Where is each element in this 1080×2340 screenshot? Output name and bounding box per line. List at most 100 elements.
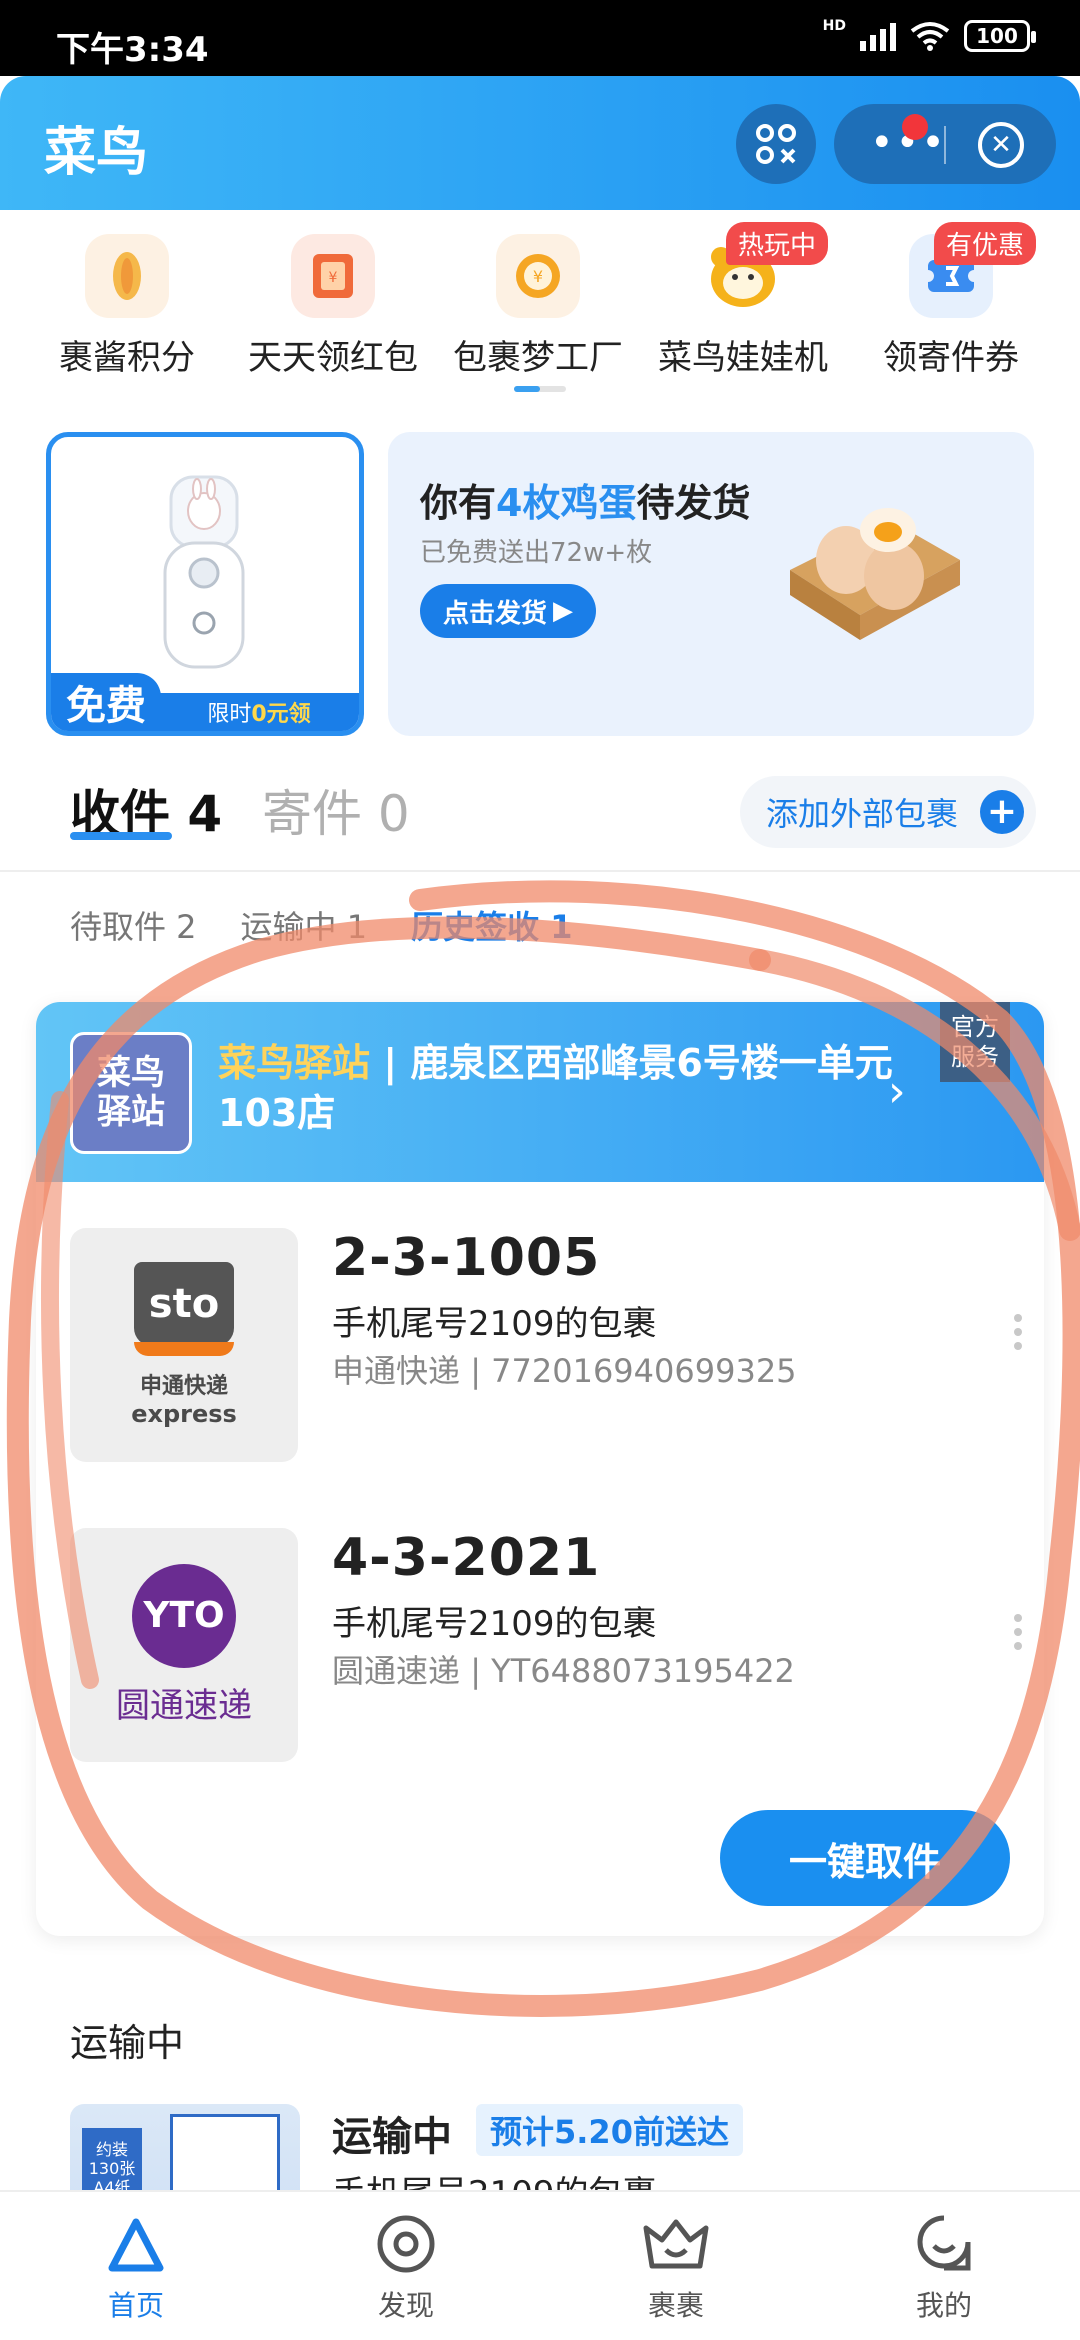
station-logo-line2: 驿站 xyxy=(97,1092,165,1132)
yto-logo: YTO 圆通速递 xyxy=(70,1528,298,1762)
status-time: 下午3:34 xyxy=(56,30,209,70)
discover-icon xyxy=(316,2210,496,2278)
tab-receive-count: 4 xyxy=(187,785,223,843)
quick-entry-label: 菜鸟娃娃机 xyxy=(658,338,828,378)
miniapp-capsule: ••• ✕ xyxy=(834,104,1056,184)
package-tabs: 收件 4 寄件 0 添加外部包裹 + xyxy=(0,760,1080,872)
headline-pre: 你有 xyxy=(420,481,497,525)
signal-icon xyxy=(860,21,896,51)
bottom-nav: 首页 发现 裹裹 我的 xyxy=(0,2190,1080,2340)
tab-send-label: 寄件 xyxy=(262,785,362,843)
package-desc: 手机尾号2109的包裹 xyxy=(332,1604,657,1644)
home-icon xyxy=(46,2210,226,2278)
pickup-code: 2-3-1005 xyxy=(332,1228,601,1288)
tracking-number: 772016940699325 xyxy=(491,1352,797,1390)
one-click-pickup-button[interactable]: 一键取件 xyxy=(720,1810,1010,1906)
nav-label: 裹裹 xyxy=(647,2289,704,2322)
promo-subtitle: 已免费送出72w+枚 xyxy=(420,538,653,568)
promo-free-gift[interactable]: 免费 限时 0元领 xyxy=(46,432,364,736)
free-tag: 免费 xyxy=(51,673,161,731)
tab-send-count: 0 xyxy=(377,785,410,843)
subtab-pending[interactable]: 待取件 2 xyxy=(70,902,197,948)
factory-coin-icon: ¥ xyxy=(496,234,580,318)
chevron-right-icon: › xyxy=(888,1066,906,1117)
headline-highlight: 4枚鸡蛋 xyxy=(496,481,637,525)
nav-label: 发现 xyxy=(377,2289,434,2322)
ship-now-button[interactable]: 点击发货 ▶ xyxy=(420,584,596,638)
nav-home[interactable]: 首页 xyxy=(46,2210,226,2324)
quick-entry-label: 裹酱积分 xyxy=(59,338,195,378)
plus-icon: + xyxy=(980,790,1024,834)
hot-badge: 热玩中 xyxy=(725,222,828,265)
transit-eta-badge: 预计5.20前送达 xyxy=(476,2104,743,2156)
quick-entry-label: 包裹梦工厂 xyxy=(453,338,623,378)
limited-offer-tag: 限时 0元领 xyxy=(159,693,359,731)
station-logo: 菜鸟 驿站 xyxy=(70,1032,192,1154)
wifi-icon xyxy=(910,22,950,51)
nav-label: 首页 xyxy=(107,2289,164,2322)
eggs-box-image xyxy=(790,508,960,640)
carrier-name: 申通快递 xyxy=(332,1352,461,1390)
sto-logo: sto 申通快递 express xyxy=(70,1228,298,1462)
play-icon: ▶ xyxy=(553,596,573,626)
quick-entry-red-packet[interactable]: ¥ 天天领红包 xyxy=(238,234,428,379)
close-icon: ✕ xyxy=(990,130,1012,160)
nav-profile[interactable]: 我的 xyxy=(854,2210,1034,2324)
tab-receive[interactable]: 收件 4 xyxy=(70,774,222,846)
coin-icon xyxy=(85,234,169,318)
station-brand: 菜鸟驿站 xyxy=(218,1041,371,1085)
scan-button[interactable] xyxy=(736,104,816,184)
capsule-divider xyxy=(944,126,946,164)
more-vertical-icon[interactable] xyxy=(1014,1314,1024,1350)
active-tab-underline xyxy=(70,832,172,840)
sprayer-product-image xyxy=(163,475,245,669)
package-item[interactable]: YTO 圆通速递 4-3-2021 手机尾号2109的包裹 圆通速递 | YT6… xyxy=(70,1528,1030,1762)
tab-send[interactable]: 寄件 0 xyxy=(262,774,410,846)
quick-entry-claw-machine[interactable]: 热玩中 菜鸟娃娃机 xyxy=(648,222,838,379)
yto-logo-cn: 圆通速递 xyxy=(116,1685,252,1726)
station-header[interactable]: 菜鸟 驿站 菜鸟驿站 | 鹿泉区西部峰景6号楼一单元103店 › 官方服务 xyxy=(36,1002,1044,1182)
sto-logo-cn: 申通快递 xyxy=(139,1374,228,1399)
guoguo-icon xyxy=(586,2210,766,2278)
svg-text:¥: ¥ xyxy=(533,267,543,286)
quick-entries: 裹酱积分 ¥ 天天领红包 ¥ 包裹梦工厂 热玩中 菜鸟娃娃机 有优惠 领寄件券 xyxy=(0,210,1080,400)
nav-discover[interactable]: 发现 xyxy=(316,2210,496,2324)
svg-text:¥: ¥ xyxy=(329,270,338,286)
headline-post: 待发货 xyxy=(636,481,751,525)
promo-headline: 你有4枚鸡蛋待发货 xyxy=(420,472,750,527)
quick-entry-label: 天天领红包 xyxy=(248,338,418,378)
sto-logo-mark: sto xyxy=(134,1262,234,1356)
red-packet-icon: ¥ xyxy=(291,234,375,318)
limited-prefix: 限时 xyxy=(207,702,252,727)
station-logo-line1: 菜鸟 xyxy=(97,1052,165,1093)
subtab-in-transit[interactable]: 运输中 1 xyxy=(241,902,368,948)
notification-dot xyxy=(902,114,928,140)
quick-entry-factory[interactable]: ¥ 包裹梦工厂 xyxy=(443,234,633,379)
quick-entry-points[interactable]: 裹酱积分 xyxy=(32,234,222,379)
discount-badge: 有优惠 xyxy=(933,222,1036,265)
profile-icon xyxy=(854,2210,1034,2278)
add-external-package-button[interactable]: 添加外部包裹 + xyxy=(740,776,1036,848)
nav-label: 我的 xyxy=(915,2289,972,2322)
official-service-badge: 官方服务 xyxy=(940,1002,1010,1082)
limited-highlight: 0元领 xyxy=(251,702,311,727)
yto-logo-mark: YTO xyxy=(132,1563,236,1668)
quick-entry-coupon[interactable]: 有优惠 领寄件券 xyxy=(856,222,1046,379)
package-item[interactable]: sto 申通快递 express 2-3-1005 手机尾号2109的包裹 申通… xyxy=(70,1228,1030,1462)
battery-icon: 100 xyxy=(964,20,1036,52)
tracking-number: YT6488073195422 xyxy=(491,1652,795,1690)
more-vertical-icon[interactable] xyxy=(1014,1614,1024,1650)
transit-section-title: 运输中 xyxy=(70,2021,185,2065)
network-type: HD xyxy=(822,18,846,34)
close-button[interactable]: ✕ xyxy=(978,122,1024,168)
nav-guoguo[interactable]: 裹裹 xyxy=(586,2210,766,2324)
package-tracking: 申通快递 | 772016940699325 xyxy=(332,1352,797,1390)
status-bar: 下午3:34 HD 100 xyxy=(0,0,1080,76)
promo-eggs[interactable]: 你有4枚鸡蛋待发货 已免费送出72w+枚 点击发货 ▶ xyxy=(388,432,1034,736)
station-name: 菜鸟驿站 | 鹿泉区西部峰景6号楼一单元103店 xyxy=(218,1038,918,1138)
subtab-history[interactable]: 历史签收 1 xyxy=(411,902,572,948)
carrier-name: 圆通速递 xyxy=(332,1652,461,1690)
app-title: 菜鸟 xyxy=(44,123,149,183)
add-package-label: 添加外部包裹 xyxy=(766,795,959,833)
sub-tabs: 待取件 2 运输中 1 历史签收 1 xyxy=(70,902,573,948)
